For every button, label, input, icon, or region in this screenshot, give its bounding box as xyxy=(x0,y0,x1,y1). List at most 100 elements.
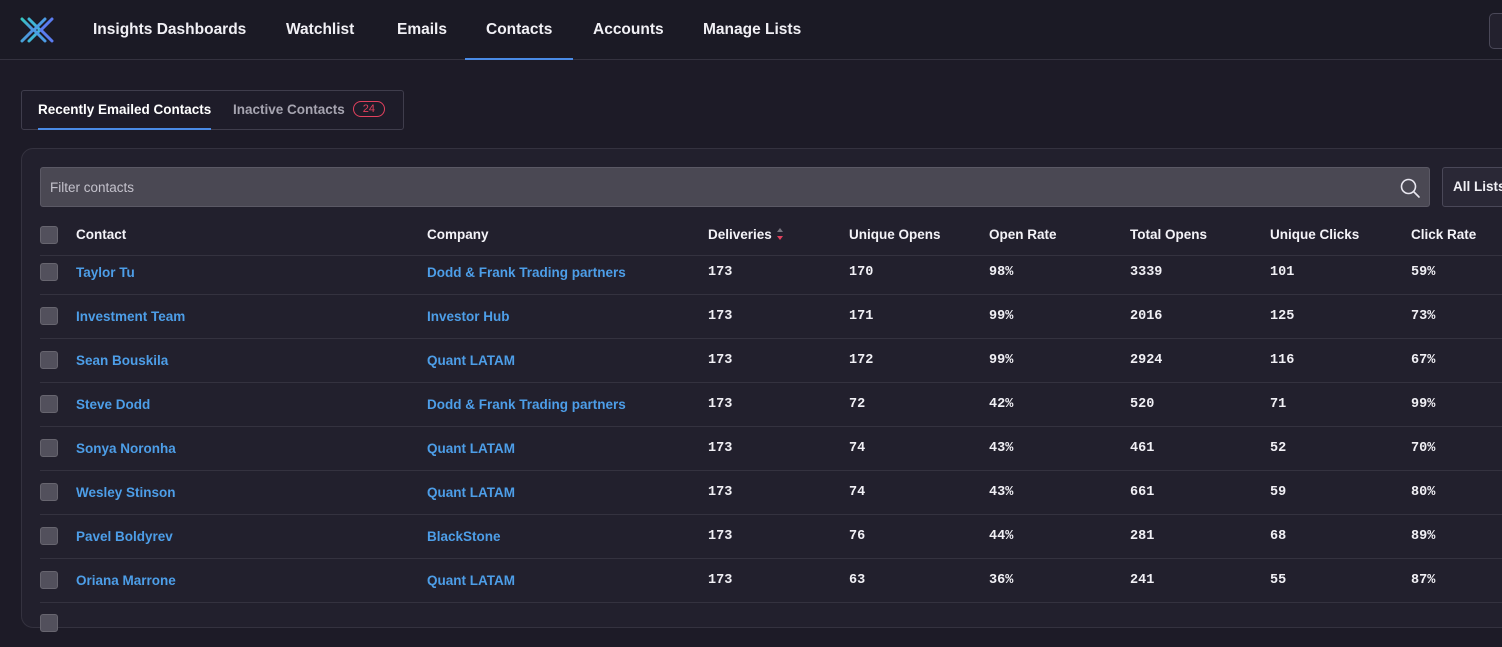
filter-bar xyxy=(40,167,1430,207)
open-rate-value: 43% xyxy=(989,441,1014,456)
table-row[interactable]: Sean Bouskila Quant LATAM 173 172 99% 29… xyxy=(40,339,1502,383)
click-rate-value: 99% xyxy=(1411,397,1436,412)
click-rate-value: 70% xyxy=(1411,441,1436,456)
row-checkbox[interactable] xyxy=(40,527,58,545)
deliveries-value: 173 xyxy=(708,573,733,588)
col-open-rate[interactable]: Open Rate xyxy=(989,227,1057,242)
contact-link[interactable]: Wesley Stinson xyxy=(76,485,176,500)
row-checkbox[interactable] xyxy=(40,351,58,369)
nav-accounts[interactable]: Accounts xyxy=(593,0,664,60)
app-logo-icon[interactable] xyxy=(20,16,54,44)
company-link[interactable]: Quant LATAM xyxy=(427,353,515,368)
row-checkbox[interactable] xyxy=(40,439,58,457)
unique-clicks-value: 101 xyxy=(1270,265,1295,280)
table-row[interactable]: Taylor Tu Dodd & Frank Trading partners … xyxy=(40,251,1502,295)
company-link[interactable]: Quant LATAM xyxy=(427,485,515,500)
total-opens-value: 241 xyxy=(1130,573,1155,588)
unique-clicks-value: 59 xyxy=(1270,485,1287,500)
contact-link[interactable]: Oriana Marrone xyxy=(76,573,176,588)
top-navigation: Insights Dashboards Watchlist Emails Con… xyxy=(0,0,1502,60)
open-rate-value: 42% xyxy=(989,397,1014,412)
total-opens-value: 2924 xyxy=(1130,353,1163,368)
company-link[interactable]: Quant LATAM xyxy=(427,441,515,456)
tab-inactive-contacts[interactable]: Inactive Contacts 24 xyxy=(233,91,386,129)
row-checkbox[interactable] xyxy=(40,614,58,632)
col-contact[interactable]: Contact xyxy=(76,227,126,242)
open-rate-value: 43% xyxy=(989,485,1014,500)
total-opens-value: 661 xyxy=(1130,485,1155,500)
company-link[interactable]: Dodd & Frank Trading partners xyxy=(427,397,626,412)
table-row[interactable]: Sonya Noronha Quant LATAM 173 74 43% 461… xyxy=(40,427,1502,471)
open-rate-value: 98% xyxy=(989,265,1014,280)
contact-link[interactable]: Sonya Noronha xyxy=(76,441,176,456)
company-link[interactable]: BlackStone xyxy=(427,529,501,544)
contacts-tabs: Recently Emailed Contacts Inactive Conta… xyxy=(21,90,404,130)
contact-link[interactable]: Sean Bouskila xyxy=(76,353,168,368)
row-checkbox[interactable] xyxy=(40,263,58,281)
nav-emails[interactable]: Emails xyxy=(397,0,447,60)
tab-inactive-label: Inactive Contacts xyxy=(233,102,345,117)
total-opens-value: 3339 xyxy=(1130,265,1163,280)
open-rate-value: 99% xyxy=(989,309,1014,324)
search-icon[interactable] xyxy=(1399,177,1421,199)
total-opens-value: 2016 xyxy=(1130,309,1163,324)
tab-recently-emailed[interactable]: Recently Emailed Contacts xyxy=(38,91,212,130)
contact-link[interactable]: Taylor Tu xyxy=(76,265,135,280)
row-checkbox[interactable] xyxy=(40,483,58,501)
click-rate-value: 59% xyxy=(1411,265,1436,280)
deliveries-value: 173 xyxy=(708,485,733,500)
unique-clicks-value: 55 xyxy=(1270,573,1287,588)
row-checkbox[interactable] xyxy=(40,395,58,413)
tab-recently-emailed-label: Recently Emailed Contacts xyxy=(38,102,212,117)
nav-contacts[interactable]: Contacts xyxy=(464,0,574,60)
total-opens-value: 520 xyxy=(1130,397,1155,412)
open-rate-value: 99% xyxy=(989,353,1014,368)
col-deliveries-label: Deliveries xyxy=(708,227,772,242)
row-checkbox[interactable] xyxy=(40,571,58,589)
table-row[interactable]: Oriana Marrone Quant LATAM 173 63 36% 24… xyxy=(40,559,1502,603)
unique-opens-value: 172 xyxy=(849,353,874,368)
unique-opens-value: 74 xyxy=(849,441,866,456)
unique-clicks-value: 125 xyxy=(1270,309,1295,324)
company-link[interactable]: Dodd & Frank Trading partners xyxy=(427,265,626,280)
unique-opens-value: 72 xyxy=(849,397,866,412)
col-click-rate[interactable]: Click Rate xyxy=(1411,227,1476,242)
table-row[interactable]: Wesley Stinson Quant LATAM 173 74 43% 66… xyxy=(40,471,1502,515)
deliveries-value: 173 xyxy=(708,265,733,280)
contact-link[interactable]: Steve Dodd xyxy=(76,397,150,412)
company-link[interactable]: Investor Hub xyxy=(427,309,510,324)
contact-link[interactable]: Investment Team xyxy=(76,309,185,324)
nav-right-control[interactable] xyxy=(1489,13,1502,49)
table-header: Contact Company Deliveries Unique Opens … xyxy=(40,212,1502,256)
table-row[interactable]: Steve Dodd Dodd & Frank Trading partners… xyxy=(40,383,1502,427)
company-link[interactable]: Quant LATAM xyxy=(427,573,515,588)
list-select-dropdown[interactable]: All Lists xyxy=(1442,167,1502,207)
inactive-count-badge: 24 xyxy=(352,101,386,118)
nav-manage-lists[interactable]: Manage Lists xyxy=(703,0,801,60)
click-rate-value: 89% xyxy=(1411,529,1436,544)
unique-opens-value: 171 xyxy=(849,309,874,324)
nav-insights-dashboards[interactable]: Insights Dashboards xyxy=(93,0,246,60)
table-row[interactable]: Pavel Boldyrev BlackStone 173 76 44% 281… xyxy=(40,515,1502,559)
col-deliveries[interactable]: Deliveries xyxy=(708,227,784,242)
click-rate-value: 80% xyxy=(1411,485,1436,500)
deliveries-value: 173 xyxy=(708,441,733,456)
row-checkbox[interactable] xyxy=(40,307,58,325)
col-total-opens[interactable]: Total Opens xyxy=(1130,227,1207,242)
col-unique-opens[interactable]: Unique Opens xyxy=(849,227,941,242)
unique-clicks-value: 52 xyxy=(1270,441,1287,456)
click-rate-value: 73% xyxy=(1411,309,1436,324)
col-unique-clicks[interactable]: Unique Clicks xyxy=(1270,227,1359,242)
table-row[interactable] xyxy=(40,603,1502,647)
click-rate-value: 67% xyxy=(1411,353,1436,368)
table-row[interactable]: Investment Team Investor Hub 173 171 99%… xyxy=(40,295,1502,339)
col-company[interactable]: Company xyxy=(427,227,489,242)
nav-watchlist[interactable]: Watchlist xyxy=(286,0,354,60)
unique-opens-value: 170 xyxy=(849,265,874,280)
select-all-checkbox[interactable] xyxy=(40,226,58,244)
contact-link[interactable]: Pavel Boldyrev xyxy=(76,529,173,544)
unique-clicks-value: 71 xyxy=(1270,397,1287,412)
click-rate-value: 87% xyxy=(1411,573,1436,588)
filter-contacts-input[interactable] xyxy=(41,168,1391,206)
open-rate-value: 36% xyxy=(989,573,1014,588)
